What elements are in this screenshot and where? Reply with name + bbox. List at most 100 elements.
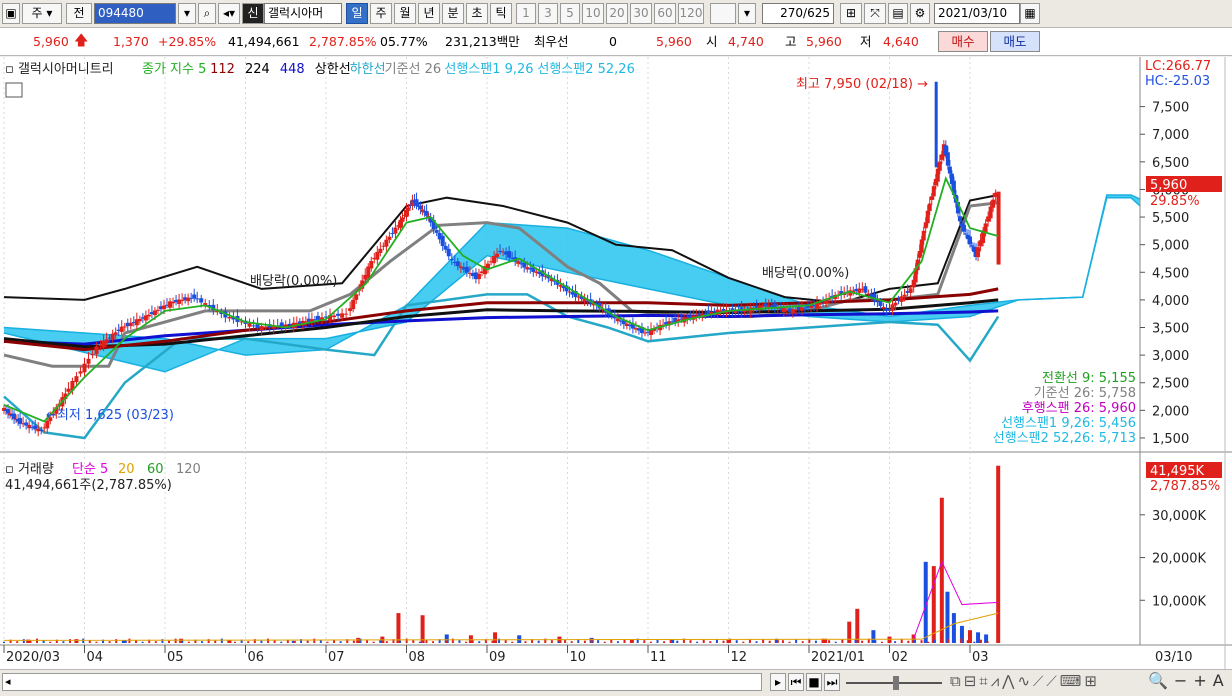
interval-dropdown-icon[interactable]: ▾ bbox=[738, 3, 756, 24]
volume-minor-bar-48 bbox=[319, 640, 322, 643]
candle-body-27 bbox=[78, 371, 83, 374]
scroll-left-icon[interactable]: ◂ bbox=[5, 674, 11, 690]
volume-bar-12 bbox=[493, 632, 498, 643]
quote-bar: 5,960 🡅 1,370 +29.85% 41,494,661 2,787.8… bbox=[0, 28, 1232, 56]
candle-body-125 bbox=[406, 207, 411, 211]
count-value: 270 bbox=[780, 6, 804, 20]
interval-button-1[interactable]: 3 bbox=[538, 3, 558, 24]
x-label-4: 07 bbox=[328, 650, 345, 665]
period-tab-4[interactable]: 분 bbox=[442, 3, 464, 24]
period-tab-0[interactable]: 일 bbox=[346, 3, 368, 24]
volume-minor-bar-109 bbox=[722, 640, 725, 643]
drawing-tools-icon[interactable]: ⧉⊟⌗⩘⋀∿⟋⟋⌨⊞ bbox=[950, 672, 1100, 690]
speaker-icon[interactable]: ◂▾ bbox=[218, 3, 240, 24]
volume-minor-bar-40 bbox=[267, 638, 270, 643]
interval-button-0[interactable]: 1 bbox=[516, 3, 536, 24]
price-legend-item-4: 상한선 bbox=[315, 62, 351, 77]
candle-body-117 bbox=[387, 236, 392, 240]
volume-minor-bar-26 bbox=[174, 638, 177, 643]
open-value: 4,740 bbox=[728, 34, 764, 49]
calendar-icon[interactable]: ▦ bbox=[1020, 3, 1040, 24]
sell-button[interactable]: 매도 bbox=[990, 31, 1040, 52]
scroll-right-icon[interactable]: ▸ bbox=[770, 673, 786, 691]
candle-body-2 bbox=[6, 409, 11, 414]
candle-body-313 bbox=[945, 152, 950, 166]
interval-button-5[interactable]: 30 bbox=[630, 3, 652, 24]
interval-button-4[interactable]: 20 bbox=[606, 3, 628, 24]
candle-body-122 bbox=[400, 217, 405, 222]
volume-minor-bar-91 bbox=[603, 641, 606, 643]
volume-tick-label-2: 30,000K bbox=[1152, 509, 1206, 524]
volume-minor-bar-42 bbox=[280, 641, 283, 643]
volume-minor-bar-56 bbox=[372, 641, 375, 643]
volume-minor-bar-111 bbox=[735, 640, 738, 643]
market-select[interactable]: 주 ▾ bbox=[22, 3, 62, 24]
lc-label: LC:266.77 bbox=[1145, 59, 1211, 74]
interval-button-3[interactable]: 10 bbox=[582, 3, 604, 24]
stock-name-field[interactable]: 갤럭시아머 bbox=[264, 3, 342, 24]
horizontal-scrollbar[interactable]: ◂ bbox=[2, 673, 762, 691]
zoom-slider-thumb[interactable] bbox=[893, 676, 899, 690]
x-label-9: 12 bbox=[731, 650, 748, 665]
stop-icon[interactable]: ■ bbox=[806, 673, 822, 691]
gear-icon[interactable]: ⚙ bbox=[910, 3, 930, 24]
stock-code-input[interactable]: 094480 bbox=[94, 3, 176, 24]
price-tick-label-1: 2,000 bbox=[1152, 404, 1189, 419]
candle-body-101 bbox=[336, 313, 341, 316]
period-tab-1[interactable]: 주 bbox=[370, 3, 392, 24]
candle-body-48 bbox=[146, 314, 151, 317]
period-tab-5[interactable]: 초 bbox=[466, 3, 488, 24]
buy-button[interactable]: 매수 bbox=[938, 31, 988, 52]
price-change: 1,370 bbox=[113, 34, 149, 49]
interval-button-7[interactable]: 120 bbox=[678, 3, 704, 24]
volume-minor-bar-28 bbox=[187, 641, 190, 643]
tool-icon[interactable]: ⤧ bbox=[864, 3, 886, 24]
volume-minor-bar-86 bbox=[570, 641, 573, 643]
first-icon[interactable]: ⏮ bbox=[788, 673, 804, 691]
date-input[interactable]: 2021/03/10 bbox=[934, 3, 1020, 24]
volume-minor-bar-143 bbox=[946, 639, 949, 643]
price-legend-item-6: 기준선 26 bbox=[385, 62, 442, 77]
candle-body-129 bbox=[414, 199, 419, 206]
volume-minor-bar-146 bbox=[966, 640, 969, 643]
candle-body-280 bbox=[863, 286, 868, 293]
dropdown-arrow-icon[interactable]: ▾ bbox=[178, 3, 196, 24]
volume-minor-bar-133 bbox=[880, 641, 883, 643]
volume-minor-bar-134 bbox=[887, 639, 890, 643]
period-tab-3[interactable]: 년 bbox=[418, 3, 440, 24]
chart-area[interactable]: 1,500 2,000 2,500 3,000 3,500 4,000 4,500 5,000… bbox=[0, 57, 1232, 669]
price-tick-label-7: 5,000 bbox=[1152, 239, 1189, 254]
volume-minor-bar-11 bbox=[75, 640, 78, 643]
x-label-2: 05 bbox=[167, 650, 184, 665]
candle-body-80 bbox=[259, 326, 264, 331]
save-icon[interactable]: ▤ bbox=[888, 3, 908, 24]
candle-body-40 bbox=[122, 326, 127, 328]
period-tab-6[interactable]: 틱 bbox=[490, 3, 512, 24]
volume-minor-bar-102 bbox=[676, 640, 679, 643]
candle-body-314 bbox=[947, 166, 952, 174]
interval-more-field[interactable] bbox=[710, 3, 736, 24]
search-icon[interactable]: ⌕ bbox=[198, 3, 216, 24]
bottom-controls: ◂ ▸ ⏮ ■ ⏭ ⧉⊟⌗⩘⋀∿⟋⟋⌨⊞ 🔍−+A bbox=[0, 669, 1232, 696]
candle-type-icon[interactable]: ⊞ bbox=[840, 3, 862, 24]
indicator-value-2: 후행스팬 26: 5,960 bbox=[1022, 400, 1136, 416]
zoom-controls-icon[interactable]: 🔍−+A bbox=[1148, 671, 1230, 690]
candle-body-8 bbox=[18, 418, 23, 424]
volume-minor-bar-41 bbox=[273, 640, 276, 643]
window-icon[interactable]: ▣ bbox=[2, 3, 20, 24]
interval-button-2[interactable]: 5 bbox=[560, 3, 580, 24]
x-label-1: 04 bbox=[87, 650, 104, 665]
candle-body-305 bbox=[929, 196, 934, 200]
chart-toolbar: ▣ 주 ▾ 전 094480 ▾ ⌕ ◂▾ 신 갤럭시아머 일주월년분초틱 13… bbox=[0, 0, 1232, 28]
candle-body-304 bbox=[927, 203, 932, 211]
candle-body-106 bbox=[354, 294, 359, 300]
period-tab-2[interactable]: 월 bbox=[394, 3, 416, 24]
last-icon[interactable]: ⏭ bbox=[824, 673, 840, 691]
x-label-10: 2021/01 bbox=[811, 650, 865, 665]
count-input[interactable]: 270/625 bbox=[762, 3, 834, 24]
volume-minor-bar-3 bbox=[22, 639, 25, 643]
stock-chart[interactable]: 1,500 2,000 2,500 3,000 3,500 4,000 4,500 5,000… bbox=[0, 57, 1232, 669]
prev-button[interactable]: 전 bbox=[66, 3, 92, 24]
interval-button-6[interactable]: 60 bbox=[654, 3, 676, 24]
volume-minor-bar-144 bbox=[953, 640, 956, 643]
